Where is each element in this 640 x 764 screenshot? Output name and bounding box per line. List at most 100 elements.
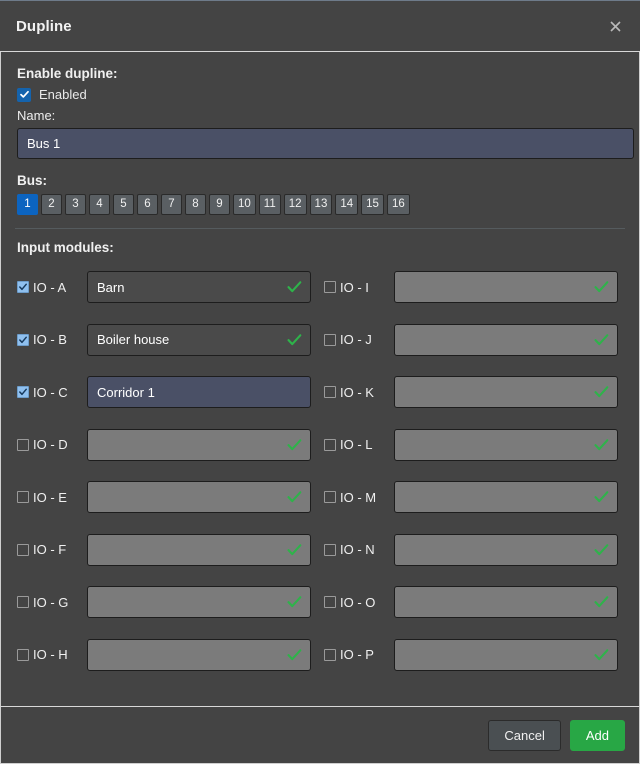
- io-row-io-o: IO - O: [324, 576, 631, 629]
- io-field-wrap-io-o: [394, 586, 618, 619]
- io-input-io-k: [394, 376, 618, 409]
- io-field-wrap-io-n: [394, 533, 618, 566]
- section-divider: [15, 228, 625, 229]
- io-checkbox-io-f[interactable]: [17, 543, 29, 556]
- io-field-wrap-io-c: [87, 376, 311, 409]
- bus-label: Bus:: [17, 173, 47, 188]
- io-row-io-b: IO - B: [17, 314, 324, 367]
- input-modules-grid: IO - A IO - I IO - B IO - J IO - C IO - K IO -…: [17, 261, 627, 681]
- dialog-title: Dupline: [16, 17, 72, 35]
- io-checkbox-io-b[interactable]: [17, 333, 29, 346]
- io-field-wrap-io-i: [394, 271, 618, 304]
- io-row-io-d: IO - D: [17, 419, 324, 472]
- io-checkbox-io-c[interactable]: [17, 386, 29, 399]
- io-row-io-f: IO - F: [17, 524, 324, 577]
- bus-button-15[interactable]: 15: [361, 194, 384, 215]
- io-label-io-d: IO - D: [33, 437, 68, 453]
- io-checkbox-io-a[interactable]: [17, 281, 29, 294]
- io-label-io-f: IO - F: [33, 542, 67, 558]
- io-input-io-o: [394, 586, 618, 619]
- io-checkbox-io-g[interactable]: [17, 596, 29, 609]
- io-label-io-o: IO - O: [340, 594, 376, 610]
- enabled-checkbox-label: Enabled: [39, 87, 87, 102]
- io-row-io-i: IO - I: [324, 261, 631, 314]
- bus-button-5[interactable]: 5: [113, 194, 134, 215]
- io-checkbox-io-o[interactable]: [324, 596, 336, 609]
- io-row-io-h: IO - H: [17, 629, 324, 682]
- io-field-wrap-io-m: [394, 481, 618, 514]
- enabled-checkbox-row[interactable]: Enabled: [17, 87, 627, 102]
- io-label-io-b: IO - B: [33, 332, 67, 348]
- io-checkbox-io-n[interactable]: [324, 543, 336, 556]
- io-row-io-n: IO - N: [324, 524, 631, 577]
- bus-button-3[interactable]: 3: [65, 194, 86, 215]
- io-checkbox-io-j[interactable]: [324, 333, 336, 346]
- io-field-wrap-io-k: [394, 376, 618, 409]
- bus-button-6[interactable]: 6: [137, 194, 158, 215]
- dialog-titlebar: Dupline: [0, 0, 640, 51]
- input-modules-label: Input modules:: [17, 240, 114, 255]
- add-button[interactable]: Add: [569, 719, 625, 751]
- bus-button-2[interactable]: 2: [41, 194, 62, 215]
- io-input-io-m: [394, 481, 618, 514]
- bus-button-12[interactable]: 12: [283, 194, 307, 215]
- enable-dupline-label: Enable dupline:: [17, 66, 118, 81]
- io-field-wrap-io-l: [394, 428, 618, 461]
- io-row-io-m: IO - M: [324, 471, 631, 524]
- bus-button-4[interactable]: 4: [89, 194, 110, 215]
- io-input-io-f: [87, 533, 311, 566]
- io-input-io-g: [87, 586, 311, 619]
- cancel-button[interactable]: Cancel: [488, 719, 561, 751]
- io-input-io-l: [394, 428, 618, 461]
- io-row-io-e: IO - E: [17, 471, 324, 524]
- io-row-io-g: IO - G: [17, 576, 324, 629]
- io-field-wrap-io-p: [394, 638, 618, 671]
- io-checkbox-io-p[interactable]: [324, 648, 336, 661]
- io-input-io-n: [394, 533, 618, 566]
- io-input-io-d: [87, 428, 311, 461]
- io-label-io-p: IO - P: [340, 647, 374, 663]
- io-checkbox-io-k[interactable]: [324, 386, 336, 399]
- io-checkbox-io-d[interactable]: [17, 438, 29, 451]
- enabled-checkbox[interactable]: [17, 87, 31, 102]
- bus-button-9[interactable]: 9: [209, 194, 230, 215]
- name-input[interactable]: [17, 128, 634, 159]
- io-input-io-p: [394, 638, 618, 671]
- io-row-io-k: IO - K: [324, 366, 631, 419]
- io-checkbox-io-i[interactable]: [324, 281, 336, 294]
- io-row-io-j: IO - J: [324, 314, 631, 367]
- io-label-io-c: IO - C: [33, 384, 68, 400]
- io-checkbox-io-l[interactable]: [324, 438, 336, 451]
- bus-button-11[interactable]: 11: [258, 194, 281, 215]
- io-field-wrap-io-b: [87, 323, 311, 356]
- bus-button-16[interactable]: 16: [386, 194, 410, 215]
- io-input-io-c[interactable]: [87, 376, 311, 409]
- io-field-wrap-io-d: [87, 428, 311, 461]
- io-field-wrap-io-g: [87, 586, 311, 619]
- bus-button-1[interactable]: 1: [17, 194, 38, 215]
- io-checkbox-io-h[interactable]: [17, 648, 29, 661]
- io-input-io-b[interactable]: [87, 323, 311, 356]
- io-checkbox-io-e[interactable]: [17, 491, 29, 504]
- bus-button-10[interactable]: 10: [233, 194, 256, 215]
- io-label-io-g: IO - G: [33, 594, 69, 610]
- bus-button-13[interactable]: 13: [309, 194, 333, 215]
- io-field-wrap-io-f: [87, 533, 311, 566]
- io-checkbox-io-m[interactable]: [324, 491, 336, 504]
- io-label-io-k: IO - K: [340, 384, 374, 400]
- io-label-io-i: IO - I: [340, 279, 369, 295]
- close-icon[interactable]: [602, 13, 628, 39]
- io-label-io-m: IO - M: [340, 489, 377, 505]
- bus-button-14[interactable]: 14: [335, 194, 359, 215]
- io-label-io-j: IO - J: [340, 332, 372, 348]
- io-field-wrap-io-e: [87, 481, 311, 514]
- io-input-io-i: [394, 271, 618, 304]
- bus-button-8[interactable]: 8: [185, 194, 206, 215]
- io-field-wrap-io-j: [394, 323, 618, 356]
- io-input-io-e: [87, 481, 311, 514]
- io-input-io-a[interactable]: [87, 271, 311, 304]
- dialog-footer: Cancel Add: [0, 706, 640, 764]
- io-label-io-l: IO - L: [340, 437, 373, 453]
- bus-button-7[interactable]: 7: [161, 194, 182, 215]
- io-label-io-n: IO - N: [340, 542, 375, 558]
